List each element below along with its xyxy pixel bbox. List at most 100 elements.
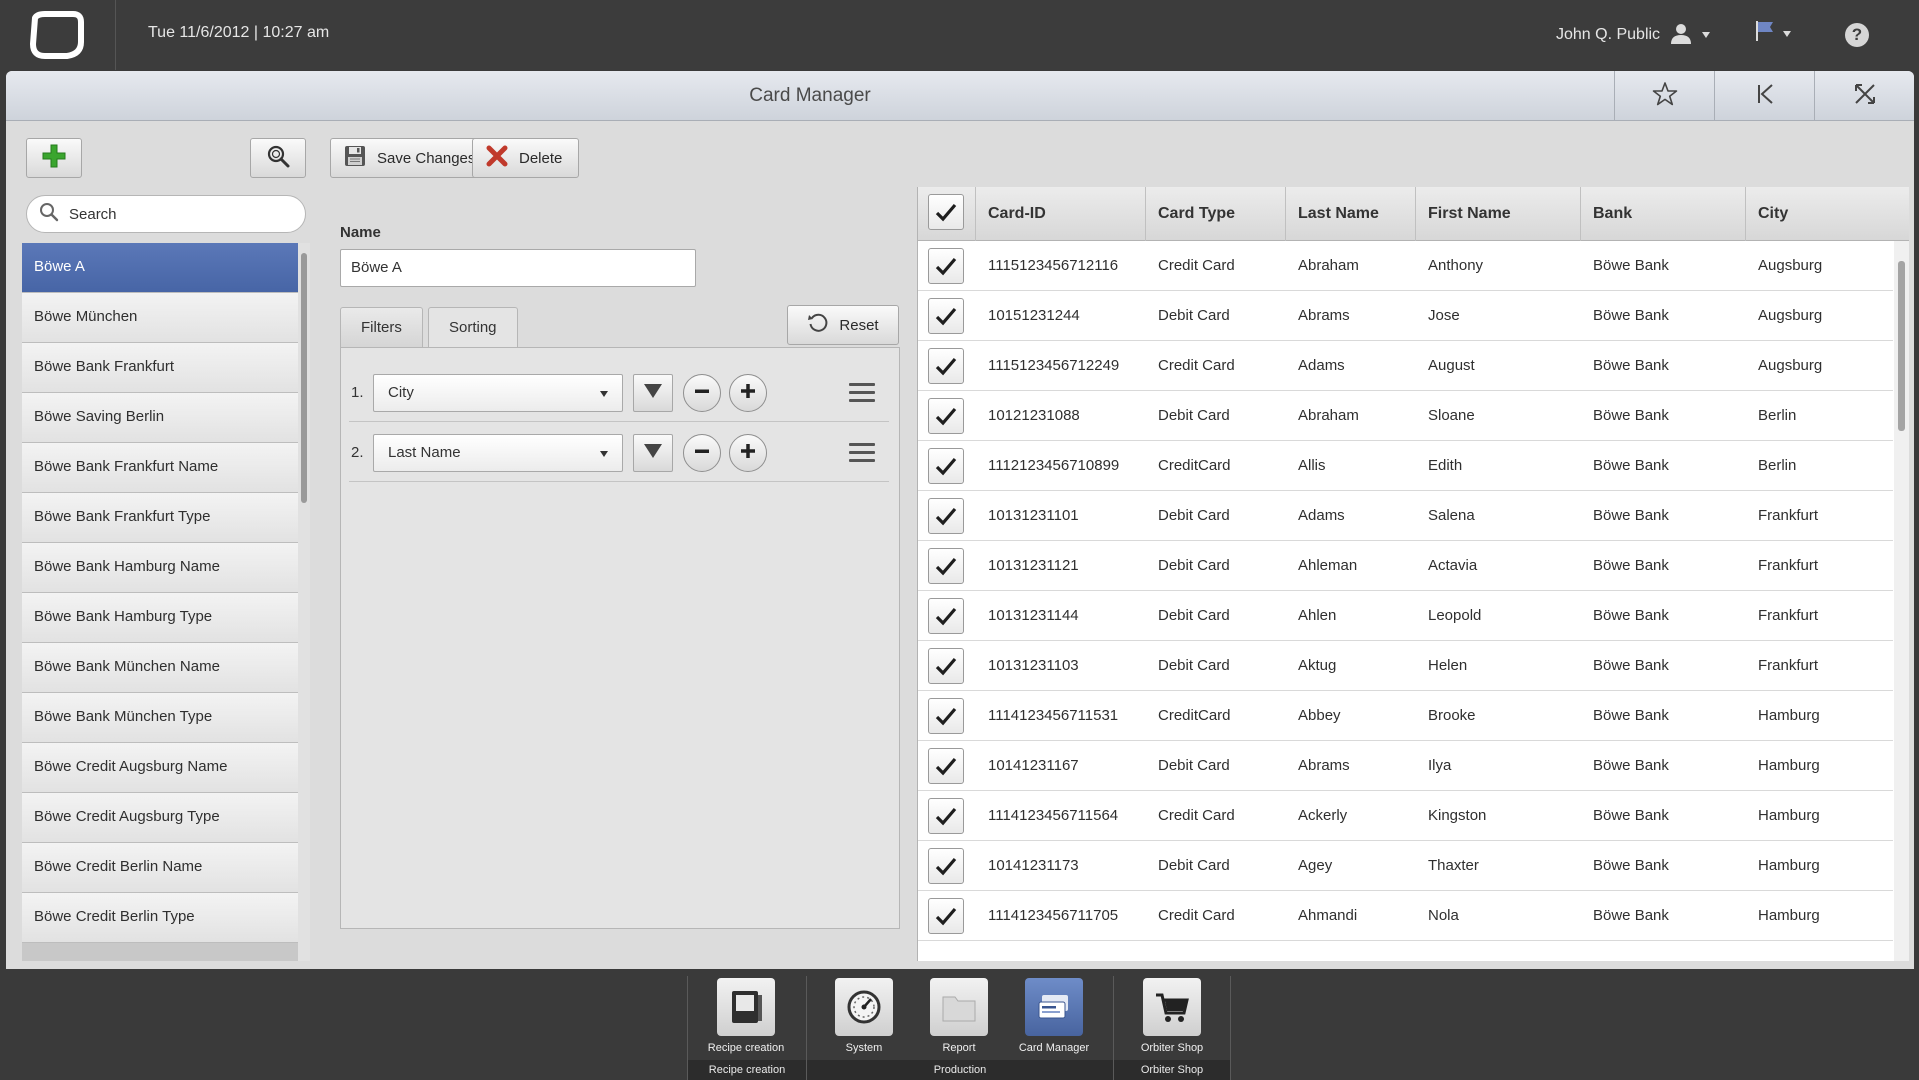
last-name-cell: Ahlen (1298, 607, 1337, 624)
card-type-cell: Debit Card (1158, 857, 1230, 874)
table-row[interactable]: 10141231173 Debit Card Agey Thaxter Böwe Ban… (918, 841, 1893, 891)
city-cell: Hamburg (1758, 857, 1820, 874)
row-checkbox[interactable] (928, 698, 964, 734)
row-checkbox[interactable] (928, 298, 964, 334)
row-checkbox[interactable] (928, 448, 964, 484)
sidebar-item[interactable]: Böwe Credit Augsburg Name (22, 743, 310, 793)
delete-button[interactable]: Delete (472, 138, 580, 178)
tab-sorting[interactable]: Sorting (428, 307, 518, 348)
card-type-cell: Debit Card (1158, 657, 1230, 674)
chevron-down-icon (600, 451, 608, 457)
dock-app-report[interactable]: Report (914, 978, 1004, 1058)
table-row[interactable]: 10141231167 Debit Card Abrams Ilya Böwe Bank… (918, 741, 1893, 791)
sidebar-item[interactable]: Böwe Credit Berlin Type (22, 893, 310, 943)
plus-icon (739, 442, 757, 465)
add-sort-button[interactable] (729, 434, 767, 472)
row-checkbox[interactable] (928, 898, 964, 934)
table-row[interactable]: 1114123456711531 CreditCard Abbey Brooke Böw… (918, 691, 1893, 741)
select-all-checkbox[interactable] (928, 194, 964, 230)
last-name-cell: Agey (1298, 857, 1333, 874)
row-checkbox[interactable] (928, 598, 964, 634)
column-header-bank[interactable]: Bank (1581, 187, 1746, 241)
app-logo-icon[interactable] (27, 10, 87, 60)
plus-icon (739, 382, 757, 405)
table-row[interactable]: 10131231101 Debit Card Adams Salena Böwe Ban… (918, 491, 1893, 541)
card-type-cell: Debit Card (1158, 307, 1230, 324)
row-checkbox[interactable] (928, 548, 964, 584)
remove-sort-button[interactable] (683, 434, 721, 472)
add-sort-button[interactable] (729, 374, 767, 412)
reset-button[interactable]: Reset (787, 305, 899, 345)
table-row[interactable]: 10121231088 Debit Card Abraham Sloane Böwe B… (918, 391, 1893, 441)
scrollbar-thumb[interactable] (1898, 261, 1905, 431)
sidebar-item[interactable]: Böwe München (22, 293, 310, 343)
first-page-button[interactable] (1714, 71, 1814, 121)
row-checkbox[interactable] (928, 748, 964, 784)
search-button[interactable] (250, 138, 306, 178)
table-scrollbar[interactable] (1894, 241, 1909, 961)
sort-field-select[interactable]: City (373, 374, 623, 412)
row-checkbox[interactable] (928, 848, 964, 884)
sidebar-item[interactable]: Böwe Bank Frankfurt Type (22, 493, 310, 543)
remove-sort-button[interactable] (683, 374, 721, 412)
column-header-city[interactable]: City (1746, 187, 1909, 241)
drag-handle-icon[interactable] (849, 443, 875, 463)
row-checkbox[interactable] (928, 498, 964, 534)
row-checkbox[interactable] (928, 798, 964, 834)
scrollbar-thumb[interactable] (301, 253, 307, 503)
bank-cell: Böwe Bank (1593, 257, 1669, 274)
help-icon[interactable]: ? (1845, 23, 1869, 47)
first-name-cell: Brooke (1428, 707, 1476, 724)
sort-direction-button[interactable] (633, 434, 673, 472)
table-row[interactable]: 10131231103 Debit Card Aktug Helen Böwe Bank… (918, 641, 1893, 691)
table-row[interactable]: 1115123456712116 Credit Card Abraham Anthon… (918, 241, 1893, 291)
sidebar-item[interactable]: Böwe Bank Hamburg Type (22, 593, 310, 643)
card-id-cell: 10141231173 (988, 857, 1079, 874)
dock-app-orbiter-shop[interactable]: Orbiter Shop (1127, 978, 1217, 1058)
dock-app-recipe-creation[interactable]: Recipe creation (701, 978, 791, 1058)
row-checkbox[interactable] (928, 648, 964, 684)
sidebar-item[interactable]: Böwe Bank Frankfurt (22, 343, 310, 393)
column-header-first-name[interactable]: First Name (1416, 187, 1581, 241)
table-row[interactable]: 10131231121 Debit Card Ahleman Actavia Böwe … (918, 541, 1893, 591)
sidebar-item[interactable]: Böwe Bank München Type (22, 693, 310, 743)
column-header-last-name[interactable]: Last Name (1286, 187, 1416, 241)
dock-app-system[interactable]: System (819, 978, 909, 1058)
language-menu[interactable] (1755, 20, 1791, 47)
favorite-button[interactable] (1614, 71, 1714, 121)
sort-field-select[interactable]: Last Name (373, 434, 623, 472)
card-id-cell: 10131231101 (988, 507, 1079, 524)
dock-app-card-manager[interactable]: Card Manager (1009, 978, 1099, 1058)
sidebar-item[interactable]: Böwe Credit Augsburg Type (22, 793, 310, 843)
table-row[interactable]: 1112123456710899 CreditCard Allis Edith Böwe… (918, 441, 1893, 491)
user-menu[interactable]: John Q. Public (1556, 18, 1711, 52)
sidebar-item[interactable]: Böwe A (22, 243, 310, 293)
table-row[interactable]: 10151231244 Debit Card Abrams Jose Böwe Bank… (918, 291, 1893, 341)
city-cell: Hamburg (1758, 757, 1820, 774)
sort-direction-button[interactable] (633, 374, 673, 412)
row-checkbox[interactable] (928, 398, 964, 434)
sidebar-item[interactable]: Böwe Credit Berlin Name (22, 843, 310, 893)
city-cell: Hamburg (1758, 707, 1820, 724)
sort-field-value: City (388, 384, 414, 401)
sidebar-scrollbar[interactable] (298, 243, 310, 961)
column-header-card-type[interactable]: Card Type (1146, 187, 1286, 241)
search-input[interactable] (69, 205, 289, 223)
tab-filters[interactable]: Filters (340, 307, 423, 347)
table-row[interactable]: 10131231144 Debit Card Ahlen Leopold Böwe Ba… (918, 591, 1893, 641)
table-row[interactable]: 1114123456711564 Credit Card Ackerly Kingst… (918, 791, 1893, 841)
name-input[interactable]: Böwe A (340, 249, 696, 287)
add-button[interactable] (26, 138, 82, 178)
table-row[interactable]: 1114123456711705 Credit Card Ahmandi Nola Bö… (918, 891, 1893, 941)
sidebar-item[interactable]: Böwe Bank München Name (22, 643, 310, 693)
close-button[interactable] (1814, 71, 1914, 121)
save-changes-button[interactable]: Save Changes (330, 138, 493, 178)
column-header-card-id[interactable]: Card-ID (976, 187, 1146, 241)
row-checkbox[interactable] (928, 348, 964, 384)
drag-handle-icon[interactable] (849, 383, 875, 403)
table-row[interactable]: 1115123456712249 Credit Card Adams August Bö… (918, 341, 1893, 391)
sidebar-item[interactable]: Böwe Bank Frankfurt Name (22, 443, 310, 493)
sidebar-item[interactable]: Böwe Bank Hamburg Name (22, 543, 310, 593)
row-checkbox[interactable] (928, 248, 964, 284)
sidebar-item[interactable]: Böwe Saving Berlin (22, 393, 310, 443)
